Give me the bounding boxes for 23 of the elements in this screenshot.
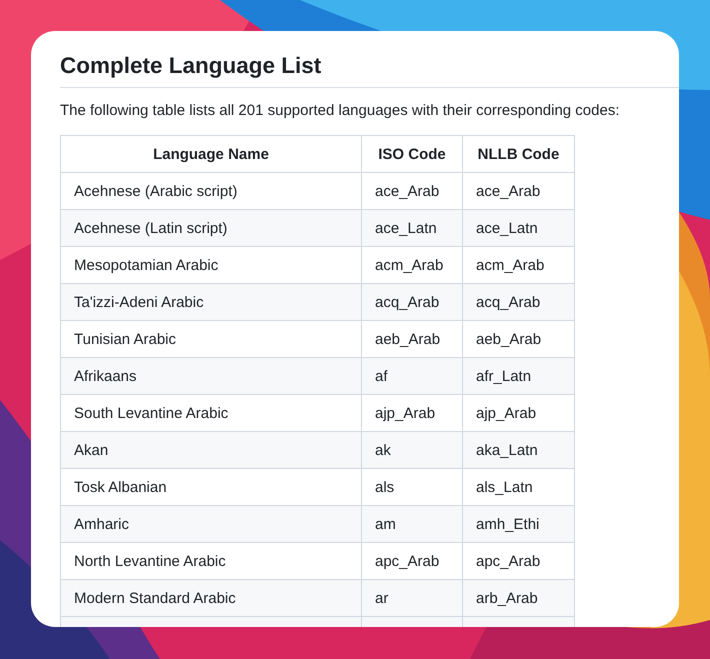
table-cell: ace_Latn	[362, 210, 462, 246]
table-cell: aka_Latn	[462, 432, 574, 468]
table-cell: Modern Standard Arabic	[60, 580, 362, 616]
intro-text: The following table lists all 201 supported languages with their corresponding codes:	[60, 102, 621, 119]
table-cell: acq_Arab	[462, 284, 574, 320]
table-cell: Akan	[60, 432, 362, 468]
column-header: ISO Code	[362, 136, 462, 172]
table-cell: ak	[362, 432, 462, 468]
table-cell: ar	[362, 580, 462, 616]
table-cell: afr_Latn	[462, 358, 574, 394]
table-cell: Acehnese (Latin script)	[60, 210, 362, 246]
section-heading: Complete Language List	[60, 53, 679, 88]
table-cell: Afrikaans	[60, 358, 362, 394]
table-cell: arb_Arab	[462, 580, 574, 616]
table-cell: ace_Latn	[462, 210, 574, 246]
table-cell: amh_Ethi	[462, 506, 574, 542]
table-cell: af	[362, 358, 462, 394]
table-cell: acq_Arab	[362, 284, 462, 320]
table-cell: Ta'izzi-Adeni Arabic	[60, 284, 362, 320]
table-cell: Amharic	[60, 506, 362, 542]
table-cell: am	[362, 506, 462, 542]
column-header: Language Name	[60, 136, 362, 172]
column-header: NLLB Code	[462, 136, 574, 172]
